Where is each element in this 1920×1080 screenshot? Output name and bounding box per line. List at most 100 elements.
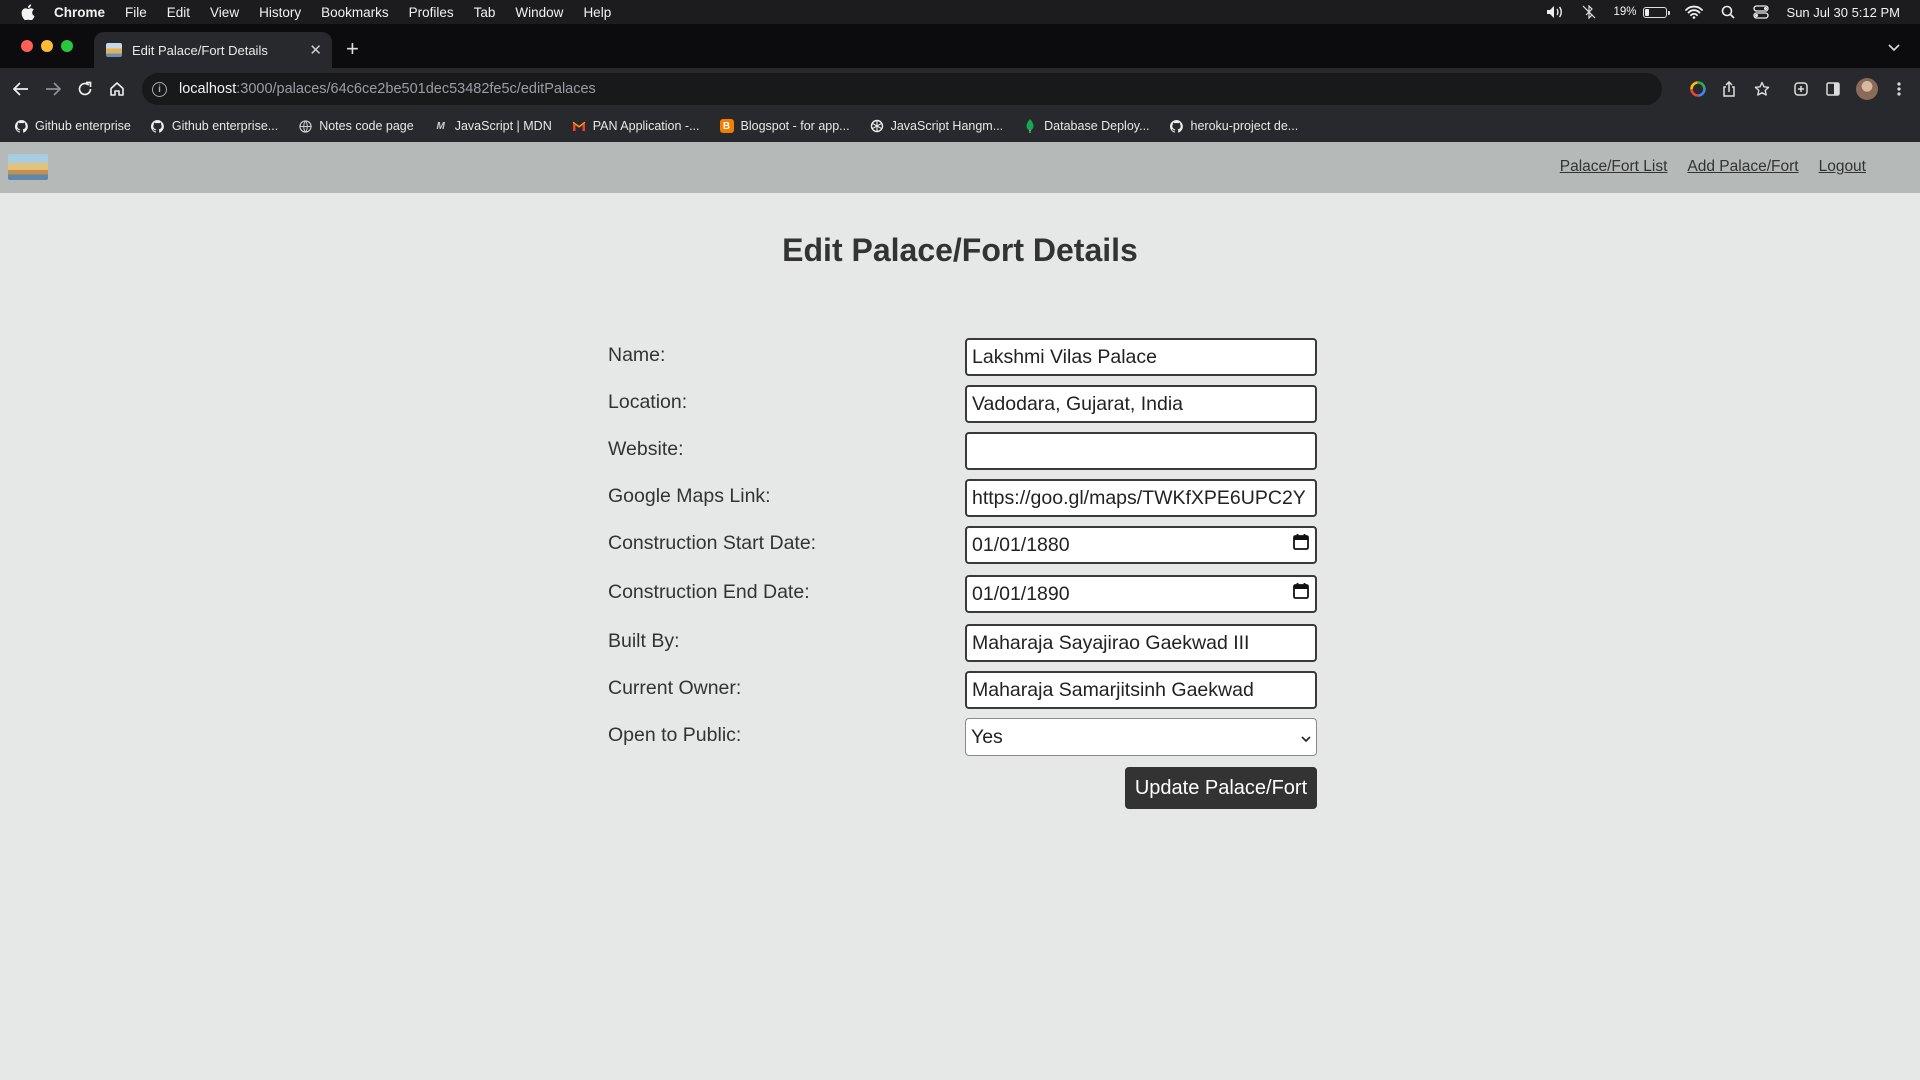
macos-menu-bar: Chrome File Edit View History Bookmarks … bbox=[0, 0, 1920, 24]
form-row-end-date: Construction End Date: 01/01/1890 bbox=[608, 575, 1318, 615]
maps-link-input[interactable]: https://goo.gl/maps/TWKfXPE6UPC2Y bbox=[965, 479, 1317, 517]
home-icon[interactable] bbox=[108, 80, 126, 98]
bookmark-star-icon[interactable] bbox=[1753, 80, 1771, 98]
wifi-icon[interactable] bbox=[1684, 5, 1703, 19]
bookmark-label: PAN Application -... bbox=[592, 119, 700, 133]
minimize-window-button[interactable] bbox=[41, 40, 53, 52]
mongodb-icon bbox=[1023, 119, 1037, 133]
site-logo[interactable] bbox=[8, 154, 48, 180]
github-icon bbox=[14, 119, 28, 133]
globe-icon bbox=[298, 119, 312, 133]
bookmark-item[interactable]: M JavaScript | MDN bbox=[434, 119, 552, 133]
menu-view[interactable]: View bbox=[210, 5, 239, 20]
menu-tab[interactable]: Tab bbox=[474, 5, 496, 20]
name-input-value: Lakshmi Vilas Palace bbox=[972, 345, 1157, 368]
end-date-input[interactable]: 01/01/1890 bbox=[965, 575, 1317, 613]
built-by-input[interactable]: Maharaja Sayajirao Gaekwad III bbox=[965, 624, 1317, 662]
close-window-button[interactable] bbox=[21, 40, 33, 52]
site-navbar: Palace/Fort List Add Palace/Fort Logout bbox=[0, 142, 1920, 193]
form-row-maps-link: Google Maps Link: https://goo.gl/maps/TW… bbox=[608, 479, 1318, 519]
battery-status[interactable]: 19% bbox=[1613, 6, 1670, 18]
gmail-icon bbox=[572, 119, 586, 133]
more-menu-icon[interactable] bbox=[1890, 80, 1908, 98]
back-arrow-icon[interactable] bbox=[12, 80, 30, 98]
share-icon[interactable] bbox=[1720, 80, 1738, 98]
start-date-input-value: 01/01/1880 bbox=[972, 533, 1070, 556]
tab-search-chevron-icon[interactable] bbox=[1888, 39, 1900, 57]
menu-edit[interactable]: Edit bbox=[167, 5, 190, 20]
built-by-input-value: Maharaja Sayajirao Gaekwad III bbox=[972, 631, 1250, 654]
profile-avatar[interactable] bbox=[1856, 78, 1878, 100]
maps-link-input-value: https://goo.gl/maps/TWKfXPE6UPC2Y bbox=[972, 486, 1306, 509]
tab-title: Edit Palace/Fort Details bbox=[132, 42, 268, 58]
bookmark-item[interactable]: Github enterprise bbox=[14, 119, 131, 133]
bookmarks-bar: Github enterprise Github enterprise... N… bbox=[0, 110, 1920, 142]
chevron-down-icon bbox=[1301, 726, 1311, 749]
menu-profiles[interactable]: Profiles bbox=[409, 5, 454, 20]
menu-history[interactable]: History bbox=[259, 5, 301, 20]
form-row-name: Name: Lakshmi Vilas Palace bbox=[608, 338, 1318, 378]
bookmark-item[interactable]: Github enterprise... bbox=[151, 119, 278, 133]
url-path: :3000/palaces/64c6ce2be501dec53482fe5c/e… bbox=[236, 81, 596, 97]
bluetooth-off-icon[interactable] bbox=[1582, 5, 1596, 19]
apple-icon[interactable] bbox=[20, 4, 36, 20]
reload-icon[interactable] bbox=[76, 80, 94, 98]
extensions-icon[interactable] bbox=[1792, 80, 1810, 98]
calendar-icon[interactable] bbox=[1292, 533, 1310, 557]
menu-bookmarks[interactable]: Bookmarks bbox=[321, 5, 389, 20]
bookmark-label: Notes code page bbox=[319, 119, 414, 133]
end-date-input-value: 01/01/1890 bbox=[972, 582, 1070, 605]
forward-arrow-icon[interactable] bbox=[44, 80, 62, 98]
menu-help[interactable]: Help bbox=[583, 5, 611, 20]
spotlight-search-icon[interactable] bbox=[1721, 5, 1735, 19]
calendar-icon[interactable] bbox=[1292, 582, 1310, 606]
openai-icon bbox=[870, 119, 884, 133]
new-tab-plus-icon[interactable]: + bbox=[346, 36, 359, 62]
current-owner-input[interactable]: Maharaja Samarjitsinh Gaekwad bbox=[965, 671, 1317, 709]
tab-close-icon[interactable]: ✕ bbox=[309, 41, 322, 59]
open-to-public-select[interactable]: Yes bbox=[965, 718, 1317, 756]
bookmark-item[interactable]: B Blogspot - for app... bbox=[719, 119, 850, 133]
menu-window[interactable]: Window bbox=[515, 5, 563, 20]
name-input[interactable]: Lakshmi Vilas Palace bbox=[965, 338, 1317, 376]
form-row-location: Location: Vadodara, Gujarat, India bbox=[608, 385, 1318, 425]
nav-link-logout[interactable]: Logout bbox=[1819, 158, 1866, 176]
form-row-website: Website: bbox=[608, 432, 1318, 472]
url-host: localhost bbox=[179, 81, 237, 97]
bookmark-item[interactable]: Database Deploy... bbox=[1023, 119, 1150, 133]
menubar-clock[interactable]: Sun Jul 30 5:12 PM bbox=[1787, 5, 1900, 20]
location-input[interactable]: Vadodara, Gujarat, India bbox=[965, 385, 1317, 423]
open-to-public-value: Yes bbox=[971, 725, 1003, 748]
site-info-icon[interactable]: i bbox=[152, 81, 167, 97]
zoom-window-button[interactable] bbox=[61, 40, 73, 52]
page-content: Palace/Fort List Add Palace/Fort Logout … bbox=[0, 142, 1920, 1080]
bookmark-label: Database Deploy... bbox=[1044, 119, 1150, 133]
bookmark-item[interactable]: JavaScript Hangm... bbox=[870, 119, 1004, 133]
nav-link-add-palace[interactable]: Add Palace/Fort bbox=[1687, 158, 1798, 176]
bookmark-item[interactable]: Notes code page bbox=[298, 119, 414, 133]
open-to-public-label: Open to Public: bbox=[608, 724, 742, 746]
page-title: Edit Palace/Fort Details bbox=[782, 232, 1138, 268]
bookmark-item[interactable]: PAN Application -... bbox=[572, 119, 700, 133]
side-panel-icon[interactable] bbox=[1824, 80, 1842, 98]
github-icon bbox=[1170, 119, 1184, 133]
bookmark-label: heroku-project de... bbox=[1190, 119, 1299, 133]
menu-file[interactable]: File bbox=[125, 5, 147, 20]
bookmark-label: Blogspot - for app... bbox=[740, 119, 850, 133]
website-label: Website: bbox=[608, 438, 684, 460]
control-center-icon[interactable] bbox=[1752, 5, 1769, 19]
google-lens-icon[interactable] bbox=[1689, 80, 1707, 98]
current-owner-label: Current Owner: bbox=[608, 677, 742, 699]
battery-percent: 19% bbox=[1613, 6, 1637, 18]
bookmark-item[interactable]: heroku-project de... bbox=[1170, 119, 1299, 133]
start-date-input[interactable]: 01/01/1880 bbox=[965, 526, 1317, 564]
update-palace-button[interactable]: Update Palace/Fort bbox=[1125, 767, 1317, 809]
battery-icon bbox=[1642, 6, 1670, 18]
menu-app-chrome[interactable]: Chrome bbox=[54, 5, 105, 20]
nav-link-palace-list[interactable]: Palace/Fort List bbox=[1560, 158, 1668, 176]
address-bar[interactable]: i localhost:3000/palaces/64c6ce2be501dec… bbox=[142, 73, 1662, 105]
bookmark-label: JavaScript Hangm... bbox=[890, 119, 1004, 133]
browser-tab-active[interactable]: Edit Palace/Fort Details ✕ bbox=[94, 32, 332, 68]
website-input[interactable] bbox=[965, 432, 1317, 470]
volume-icon[interactable] bbox=[1546, 5, 1564, 19]
